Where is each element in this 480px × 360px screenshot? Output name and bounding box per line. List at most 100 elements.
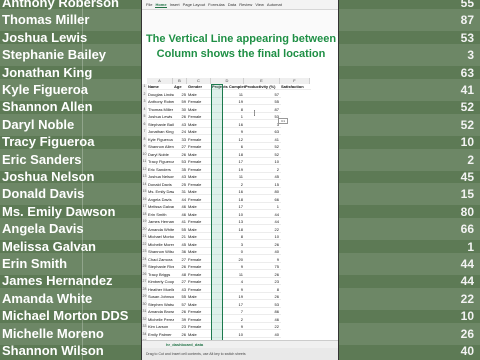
- table-cell[interactable]: 87: [245, 107, 281, 113]
- table-cell[interactable]: 53: [174, 159, 188, 166]
- table-cell[interactable]: Angela Davis: [148, 197, 174, 203]
- table-cell[interactable]: 21: [174, 234, 188, 241]
- table-cell[interactable]: 55: [245, 99, 281, 106]
- table-cell[interactable]: Erin Smith: [148, 212, 174, 218]
- row-number[interactable]: 3: [142, 99, 147, 107]
- table-cell[interactable]: Emily Palmer: [148, 332, 174, 338]
- table-cell[interactable]: 3: [245, 122, 281, 128]
- table-cell[interactable]: Daryl Noble: [148, 152, 174, 158]
- table-cell[interactable]: 23: [174, 324, 188, 331]
- table-cell[interactable]: 10: [245, 159, 281, 166]
- table-cell[interactable]: Melissa Galvan: [148, 204, 174, 211]
- table-cell[interactable]: 53: [245, 302, 281, 308]
- table-cell[interactable]: Joshua Lewis: [148, 114, 174, 121]
- table-cell[interactable]: 55: [174, 294, 188, 301]
- row-number[interactable]: 34: [142, 331, 147, 339]
- table-cell[interactable]: 46: [245, 317, 281, 323]
- row-number[interactable]: 19: [142, 219, 147, 227]
- row-number[interactable]: 13: [142, 174, 147, 182]
- table-cell[interactable]: Male: [188, 122, 212, 128]
- table-cell[interactable]: 45: [174, 242, 188, 248]
- table-cell[interactable]: Male: [188, 227, 212, 233]
- row-number[interactable]: 32: [142, 316, 147, 324]
- table-cell[interactable]: 41: [245, 137, 281, 143]
- table-cell[interactable]: 36: [174, 249, 188, 256]
- table-cell[interactable]: Female: [188, 309, 212, 316]
- table-cell[interactable]: 43: [174, 287, 188, 293]
- row-number[interactable]: 16: [142, 196, 147, 204]
- row-number[interactable]: 20: [142, 226, 147, 234]
- row-number[interactable]: 30: [142, 301, 147, 309]
- table-cell[interactable]: Male: [188, 204, 212, 211]
- table-cell[interactable]: 27: [174, 144, 188, 151]
- table-cell[interactable]: Thomas Miller: [148, 107, 174, 113]
- row-number[interactable]: 5: [142, 114, 147, 122]
- row-number[interactable]: 25: [142, 264, 147, 272]
- row-number[interactable]: 23: [142, 249, 147, 257]
- row-number[interactable]: 14: [142, 181, 147, 189]
- table-cell[interactable]: Kimberly Cooper: [148, 279, 174, 286]
- sheet-tab[interactable]: hr_dashboard_data: [166, 342, 203, 347]
- table-cell[interactable]: 25: [174, 92, 188, 98]
- table-cell[interactable]: 48: [174, 272, 188, 278]
- row-number[interactable]: 24: [142, 256, 147, 264]
- row-number[interactable]: 21: [142, 234, 147, 242]
- table-cell[interactable]: Stephanie Rivera: [148, 264, 174, 271]
- table-cell[interactable]: 55: [174, 227, 188, 233]
- table-cell[interactable]: Shannon Allen: [148, 144, 174, 151]
- table-cell[interactable]: Female: [188, 287, 212, 293]
- table-cell[interactable]: 26: [245, 272, 281, 278]
- table-cell[interactable]: 57: [245, 92, 281, 98]
- table-cell[interactable]: Tracy Figueroa: [148, 159, 174, 166]
- table-cell[interactable]: Heather Mueller: [148, 287, 174, 293]
- row-number[interactable]: 18: [142, 211, 147, 219]
- table-cell[interactable]: 35: [174, 167, 188, 173]
- row-number[interactable]: 12: [142, 166, 147, 174]
- row-number[interactable]: 4: [142, 106, 147, 114]
- table-cell[interactable]: 27: [174, 279, 188, 286]
- table-cell[interactable]: Male: [188, 129, 212, 136]
- table-cell[interactable]: 44: [174, 197, 188, 203]
- table-cell[interactable]: 26: [174, 152, 188, 158]
- ribbon-tab[interactable]: Data: [228, 2, 236, 7]
- table-cell[interactable]: Eric Sanders: [148, 167, 174, 173]
- table-cell[interactable]: 66: [245, 197, 281, 203]
- table-cell[interactable]: Amanda Brown: [148, 309, 174, 316]
- table-cell[interactable]: 10: [245, 234, 281, 241]
- table-cell[interactable]: 26: [245, 242, 281, 248]
- row-number[interactable]: 29: [142, 294, 147, 302]
- ribbon-tab[interactable]: Page Layout: [183, 2, 205, 7]
- table-cell[interactable]: 46: [174, 212, 188, 218]
- table-cell[interactable]: Female: [188, 197, 212, 203]
- table-cell[interactable]: 30: [174, 107, 188, 113]
- table-cell[interactable]: Joshua Nelson: [148, 174, 174, 181]
- header-cell[interactable]: Satisfaction: [281, 84, 311, 91]
- row-number[interactable]: 10: [142, 151, 147, 159]
- table-cell[interactable]: 59: [174, 99, 188, 106]
- table-cell[interactable]: Male: [188, 152, 212, 158]
- table-cell[interactable]: 86: [245, 309, 281, 316]
- table-cell[interactable]: 63: [245, 129, 281, 136]
- table-cell[interactable]: 75: [245, 264, 281, 271]
- table-cell[interactable]: Female: [188, 257, 212, 263]
- ribbon-tab[interactable]: Formulas: [208, 2, 225, 7]
- table-cell[interactable]: 46: [174, 204, 188, 211]
- row-number[interactable]: 33: [142, 324, 147, 332]
- table-cell[interactable]: 43: [174, 174, 188, 181]
- table-cell[interactable]: Michelle Moreno: [148, 242, 174, 248]
- table-cell[interactable]: Male: [188, 242, 212, 248]
- table-cell[interactable]: 43: [174, 122, 188, 128]
- table-cell[interactable]: 26: [174, 309, 188, 316]
- ribbon-tab[interactable]: View: [255, 2, 264, 7]
- table-cell[interactable]: 27: [174, 257, 188, 263]
- table-cell[interactable]: 9: [245, 257, 281, 263]
- header-cell[interactable]: Productivity (%): [245, 84, 281, 91]
- table-cell[interactable]: Male: [188, 174, 212, 181]
- table-cell[interactable]: 31: [174, 189, 188, 196]
- row-number[interactable]: 2: [142, 91, 147, 99]
- table-cell[interactable]: 8: [245, 287, 281, 293]
- table-cell[interactable]: Female: [188, 167, 212, 173]
- table-cell[interactable]: 33: [174, 137, 188, 143]
- table-cell[interactable]: Michael Morton DDS: [148, 234, 174, 241]
- table-cell[interactable]: 24: [174, 129, 188, 136]
